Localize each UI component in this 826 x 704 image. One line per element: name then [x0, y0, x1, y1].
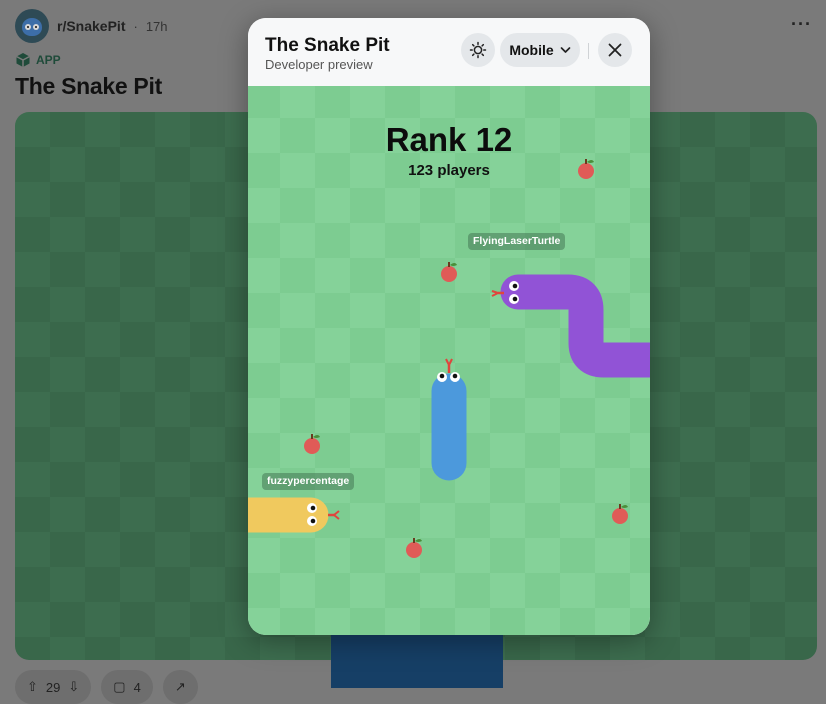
downvote-icon[interactable]: ⇩ [68, 679, 79, 695]
vote-count: 29 [45, 679, 61, 695]
app-badge-label: APP [36, 53, 61, 67]
snake-name-tag: fuzzypercentage [262, 473, 355, 490]
post-title: The Snake Pit [15, 73, 162, 99]
apple [441, 262, 457, 282]
app-badge: APP [15, 52, 61, 68]
game-canvas [248, 159, 650, 558]
post-header: r/SnakePit · 17h [15, 9, 168, 43]
device-select[interactable]: Mobile [500, 33, 580, 67]
theme-toggle-button[interactable] [461, 33, 495, 67]
app-cube-icon [16, 53, 30, 67]
separator-dot: · [133, 18, 138, 34]
share-button[interactable]: ↗ [162, 670, 198, 704]
modal-title: The Snake Pit [265, 35, 390, 56]
subreddit-avatar[interactable] [15, 9, 49, 43]
comment-icon: ▢ [113, 679, 126, 694]
vote-pill: ⇧ 29 ⇩ [15, 670, 92, 704]
device-select-value: Mobile [509, 42, 554, 58]
comments-button[interactable]: ▢ 4 [101, 670, 153, 704]
close-button[interactable] [598, 33, 632, 67]
post-media-footer [331, 630, 503, 688]
snake-flyinglaserturtle [491, 274, 650, 378]
post-time: 17h [145, 18, 168, 34]
header-divider [588, 43, 589, 59]
upvote-icon[interactable]: ⇧ [27, 679, 38, 695]
snake-fuzzypercentage [248, 497, 340, 533]
more-options-button[interactable]: ··· [791, 14, 812, 35]
chevron-down-icon [560, 47, 571, 53]
modal-subtitle: Developer preview [265, 57, 373, 72]
apple [406, 538, 422, 558]
comment-count: 4 [133, 679, 141, 695]
modal-header: The Snake Pit Developer preview Mobile [248, 18, 650, 86]
app-preview-modal: The Snake Pit Developer preview Mobile R… [248, 18, 650, 635]
game-board[interactable]: Rank 12 123 players FlyingLaserTurtle fu… [248, 86, 650, 635]
snake-player [431, 358, 467, 481]
share-icon: ↗ [174, 679, 186, 694]
sun-icon [469, 41, 487, 59]
snake-name-tag: FlyingLaserTurtle [468, 233, 566, 250]
close-icon [608, 43, 622, 57]
apple [612, 504, 628, 524]
post-action-bar: ⇧ 29 ⇩ ▢ 4 ↗ [15, 670, 198, 704]
apple [578, 159, 594, 179]
apple [304, 434, 320, 454]
subreddit-name[interactable]: r/SnakePit [57, 18, 125, 34]
